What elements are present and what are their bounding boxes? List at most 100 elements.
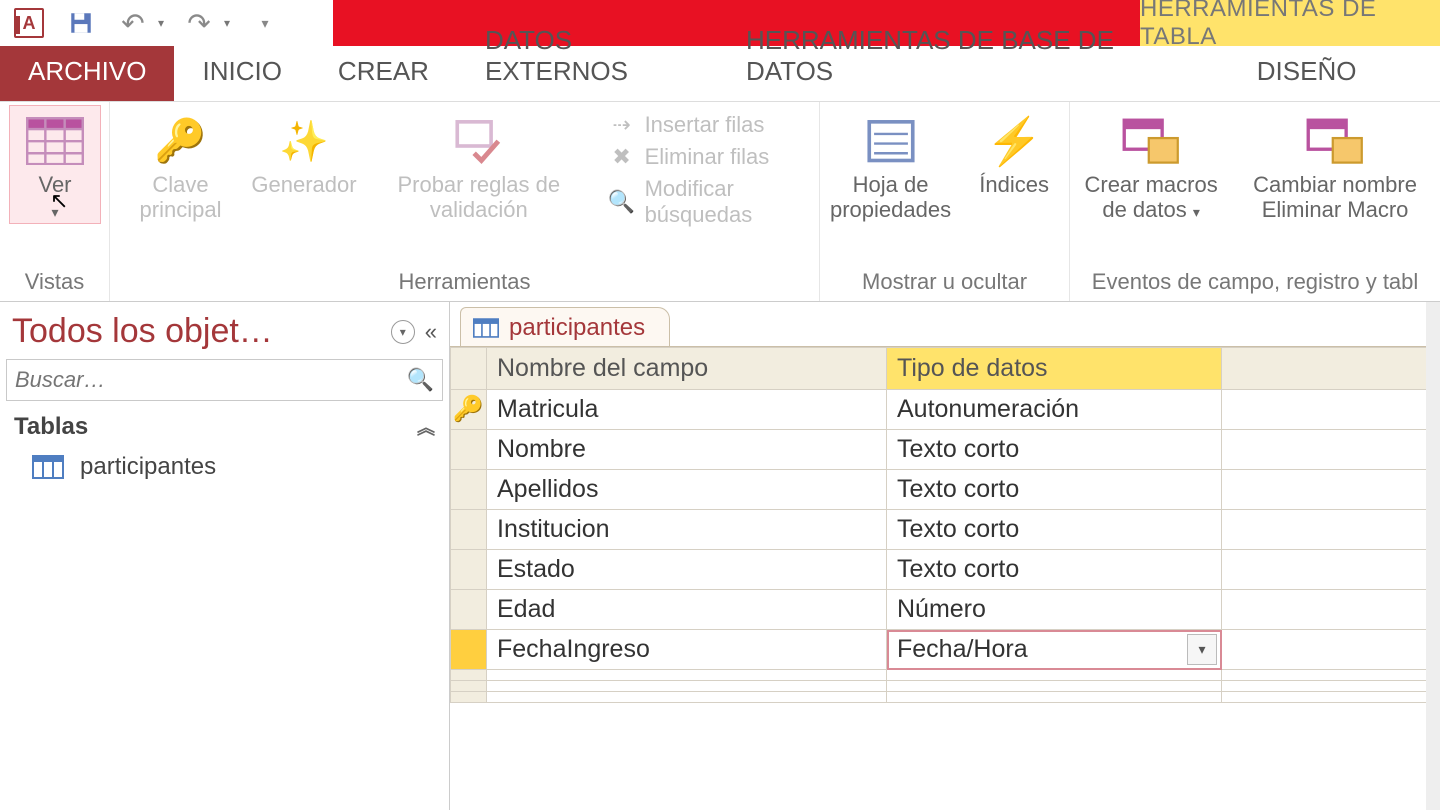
builder-button[interactable]: ✨ Generador <box>259 106 349 197</box>
chevron-up-icon: ︽ <box>417 414 435 440</box>
contextual-tab-title: HERRAMIENTAS DE TABLA <box>1140 0 1440 46</box>
table-row[interactable] <box>451 681 1440 692</box>
tab-home[interactable]: INICIO <box>174 46 309 101</box>
doc-tab-participantes[interactable]: participantes <box>460 307 670 346</box>
field-name-cell[interactable]: Matricula <box>487 390 887 430</box>
field-name-cell[interactable]: Nombre <box>487 430 887 470</box>
field-name-cell[interactable]: FechaIngreso <box>487 630 887 670</box>
field-name-cell[interactable]: Apellidos <box>487 470 887 510</box>
row-selector-header <box>451 348 487 390</box>
test-validation-rules-button[interactable]: Probar reglas de validación <box>367 106 591 223</box>
data-type-cell[interactable] <box>887 692 1222 703</box>
group-views: Ver▾ Vistas <box>0 102 110 301</box>
empty-cell <box>1222 510 1440 550</box>
vertical-scrollbar[interactable] <box>1426 302 1440 810</box>
search-input[interactable] <box>15 367 401 393</box>
field-name-cell[interactable]: Institucion <box>487 510 887 550</box>
field-name-cell[interactable] <box>487 681 887 692</box>
row-selector[interactable]: 🔑 <box>451 390 487 430</box>
table-row[interactable]: InstitucionTexto corto <box>451 510 1440 550</box>
row-selector[interactable] <box>451 470 487 510</box>
table-row[interactable]: NombreTexto corto <box>451 430 1440 470</box>
group-tools-label: Herramientas <box>120 265 809 301</box>
table-row[interactable]: EstadoTexto corto <box>451 550 1440 590</box>
field-name-cell[interactable]: Estado <box>487 550 887 590</box>
data-type-cell[interactable]: Texto corto <box>887 550 1222 590</box>
qat-customize-button[interactable]: ▾ <box>248 6 282 40</box>
create-data-macros-button[interactable]: Crear macros de datos ▾ <box>1080 106 1222 223</box>
table-row[interactable]: ApellidosTexto corto <box>451 470 1440 510</box>
col-data-type[interactable]: Tipo de datos <box>887 348 1222 390</box>
field-name-cell[interactable] <box>487 692 887 703</box>
nav-search[interactable]: 🔍 <box>6 359 443 401</box>
nav-group-label: Tablas <box>14 413 88 441</box>
field-name-cell[interactable]: Edad <box>487 590 887 630</box>
row-selector[interactable] <box>451 510 487 550</box>
redo-button[interactable]: ↷ <box>182 6 216 40</box>
table-row[interactable]: EdadNúmero <box>451 590 1440 630</box>
group-show-hide: Hoja de propiedades ⚡ Índices Mostrar u … <box>820 102 1070 301</box>
workspace: Todos los objet… ▾ « 🔍 Tablas ︽ particip… <box>0 302 1440 810</box>
data-type-cell[interactable]: Texto corto <box>887 510 1222 550</box>
data-type-cell[interactable] <box>887 670 1222 681</box>
nav-header[interactable]: Todos los objet… ▾ « <box>6 308 443 355</box>
delete-rows-button[interactable]: ✖Eliminar filas <box>609 144 809 170</box>
key-icon: 🔑 <box>152 112 210 170</box>
nav-item-participantes[interactable]: participantes <box>6 447 443 487</box>
table-row[interactable] <box>451 670 1440 681</box>
group-show-hide-label: Mostrar u ocultar <box>830 265 1059 301</box>
empty-cell <box>1222 550 1440 590</box>
data-type-cell[interactable]: Autonumeración <box>887 390 1222 430</box>
save-button[interactable] <box>64 6 98 40</box>
nav-group-tables[interactable]: Tablas ︽ <box>6 405 443 443</box>
tab-design[interactable]: DISEÑO <box>1173 46 1440 101</box>
row-selector[interactable] <box>451 550 487 590</box>
row-selector[interactable] <box>451 590 487 630</box>
table-row[interactable]: 🔑MatriculaAutonumeración <box>451 390 1440 430</box>
modify-lookups-button[interactable]: 🔍Modificar búsquedas <box>609 176 809 228</box>
insert-rows-icon: ⇢ <box>609 112 635 138</box>
undo-button[interactable]: ↶ <box>116 6 150 40</box>
table-icon <box>473 318 499 338</box>
search-icon[interactable]: 🔍 <box>407 367 434 393</box>
field-name-cell[interactable] <box>487 670 887 681</box>
view-label: Ver <box>38 172 71 197</box>
table-row[interactable]: FechaIngresoFecha/Hora▾ <box>451 630 1440 670</box>
property-sheet-icon <box>862 112 920 170</box>
access-app-icon[interactable]: A <box>12 6 46 40</box>
row-selector[interactable] <box>451 692 487 703</box>
row-selector[interactable] <box>451 430 487 470</box>
rename-delete-macro-button[interactable]: Cambiar nombre Eliminar Macro <box>1240 106 1430 223</box>
empty-cell <box>1222 390 1440 430</box>
group-views-label: Vistas <box>10 265 99 301</box>
empty-cell <box>1222 692 1440 703</box>
indexes-button[interactable]: ⚡ Índices <box>969 106 1059 197</box>
data-type-cell[interactable]: Fecha/Hora▾ <box>887 630 1222 670</box>
data-type-cell[interactable] <box>887 681 1222 692</box>
col-field-name[interactable]: Nombre del campo <box>487 348 887 390</box>
empty-cell <box>1222 590 1440 630</box>
navigation-pane: Todos los objet… ▾ « 🔍 Tablas ︽ particip… <box>0 302 450 810</box>
property-sheet-button[interactable]: Hoja de propiedades <box>830 106 951 223</box>
data-type-cell[interactable]: Texto corto <box>887 470 1222 510</box>
chevron-down-icon[interactable]: ▾ <box>391 320 415 344</box>
insert-rows-button[interactable]: ⇢Insertar filas <box>609 112 809 138</box>
tab-external-data[interactable]: DATOS EXTERNOS <box>457 15 718 101</box>
data-type-cell[interactable]: Texto corto <box>887 430 1222 470</box>
datatype-dropdown-button[interactable]: ▾ <box>1187 634 1217 665</box>
tab-create[interactable]: CREAR <box>310 46 457 101</box>
design-grid[interactable]: Nombre del campo Tipo de datos 🔑Matricul… <box>450 346 1440 810</box>
view-button[interactable]: Ver▾ <box>10 106 100 223</box>
tab-database-tools[interactable]: HERRAMIENTAS DE BASE DE DATOS <box>718 15 1173 101</box>
tab-file[interactable]: ARCHIVO <box>0 46 174 101</box>
ribbon: Ver▾ Vistas 🔑 Clave principal ✨ Generado… <box>0 102 1440 302</box>
group-events: Crear macros de datos ▾ Cambiar nombre E… <box>1070 102 1440 301</box>
primary-key-button[interactable]: 🔑 Clave principal <box>120 106 241 223</box>
row-selector[interactable] <box>451 670 487 681</box>
table-row[interactable] <box>451 692 1440 703</box>
row-selector[interactable] <box>451 681 487 692</box>
row-selector[interactable] <box>451 630 487 670</box>
data-type-cell[interactable]: Número <box>887 590 1222 630</box>
collapse-pane-button[interactable]: « <box>425 319 437 345</box>
row-ops: ⇢Insertar filas ✖Eliminar filas 🔍Modific… <box>609 106 809 228</box>
